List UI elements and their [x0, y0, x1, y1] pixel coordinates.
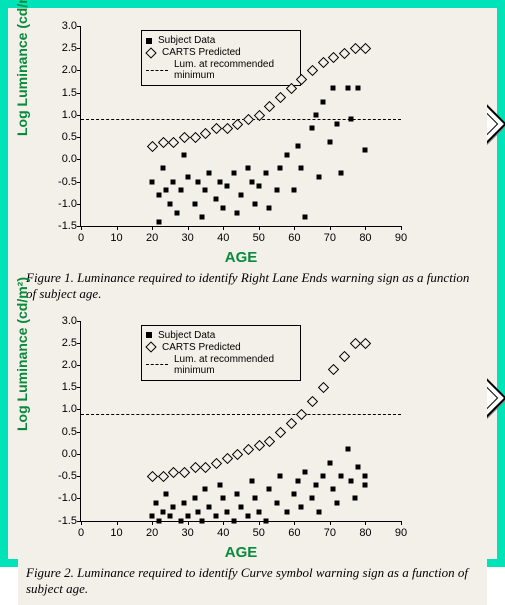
legend-label: Lum. at recommended minimum	[174, 59, 296, 81]
figure-2: Log Luminance (cd/m²) Subject Data CARTS…	[18, 311, 487, 561]
open-diamond-icon	[145, 47, 156, 58]
legend: Subject Data CARTS Predicted Lum. at rec…	[141, 30, 301, 86]
legend: Subject Data CARTS Predicted Lum. at rec…	[141, 325, 301, 381]
y-axis-label: Log Luminance (cd/m²)	[14, 277, 30, 431]
filled-square-icon	[146, 332, 152, 338]
y-axis-label: Log Luminance (cd/m²)	[14, 0, 30, 136]
legend-label: CARTS Predicted	[162, 342, 241, 353]
x-axis-label: AGE	[81, 249, 401, 266]
page-container: Log Luminance (cd/m²) Subject Data CARTS…	[0, 0, 505, 567]
figure-caption: Figure 1. Luminance required to identify…	[18, 266, 487, 311]
open-diamond-icon	[145, 341, 156, 352]
legend-label: Subject Data	[158, 35, 215, 46]
figure-caption: Figure 2. Luminance required to identify…	[18, 561, 487, 605]
figure-1: Log Luminance (cd/m²) Subject Data CARTS…	[18, 16, 487, 266]
dashed-line-icon	[146, 70, 168, 71]
dashed-line-icon	[146, 364, 168, 365]
scatter-plot-2: Subject Data CARTS Predicted Lum. at rec…	[80, 321, 401, 522]
legend-label: CARTS Predicted	[162, 47, 241, 58]
legend-label: Lum. at recommended minimum	[174, 354, 296, 376]
x-axis-label: AGE	[81, 544, 401, 561]
filled-square-icon	[146, 38, 152, 44]
legend-label: Subject Data	[158, 330, 215, 341]
scatter-plot-1: Subject Data CARTS Predicted Lum. at rec…	[80, 26, 401, 227]
